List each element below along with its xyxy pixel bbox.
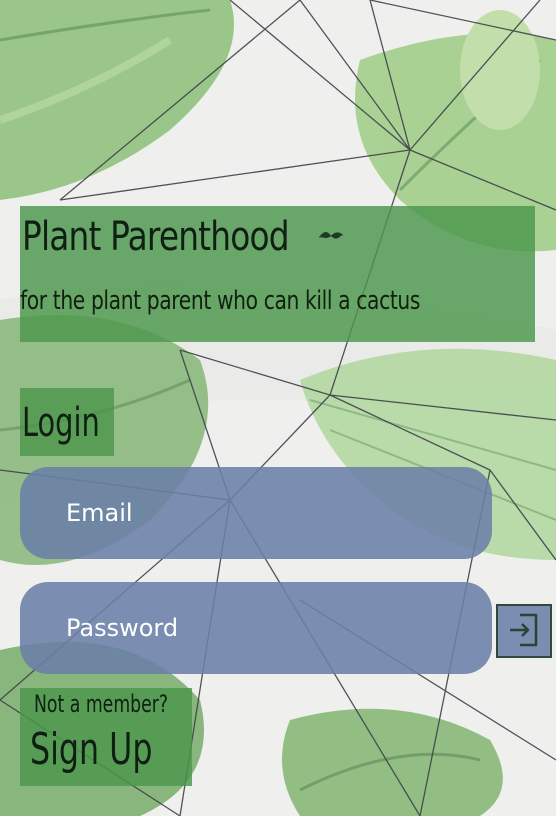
login-heading-panel: Login xyxy=(20,388,114,456)
signup-link[interactable]: Not a member? Sign Up xyxy=(20,688,192,786)
signup-label: Sign Up xyxy=(30,724,153,775)
header-panel: Plant Parenthood for the plant parent wh… xyxy=(20,206,535,342)
leaf-icon xyxy=(318,228,344,248)
password-field[interactable] xyxy=(20,582,492,674)
app-title: Plant Parenthood xyxy=(22,214,290,260)
email-field[interactable] xyxy=(20,467,492,559)
login-icon xyxy=(506,611,542,652)
app-tagline: for the plant parent who can kill a cact… xyxy=(20,286,421,316)
login-heading: Login xyxy=(22,400,100,446)
signup-prompt: Not a member? xyxy=(34,690,169,718)
login-submit-button[interactable] xyxy=(496,604,552,658)
